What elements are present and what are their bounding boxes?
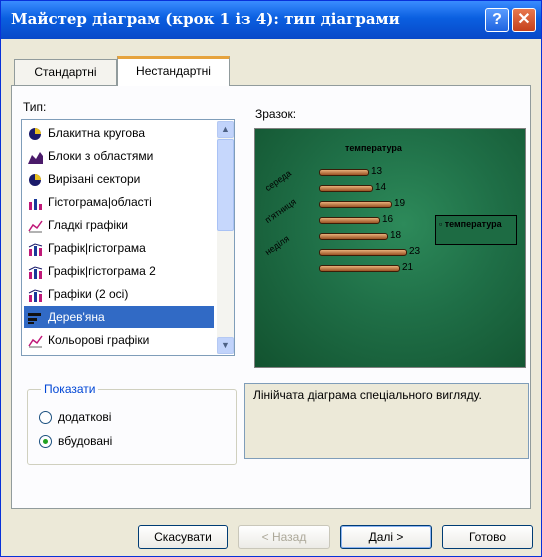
histogram-line-icon: [28, 241, 43, 256]
radio-additional[interactable]: додаткові: [39, 410, 179, 426]
category-label: середа: [263, 168, 293, 194]
chart-legend: ▫ температура: [435, 215, 517, 245]
type-label: Тип:: [23, 100, 47, 114]
line-chart-icon: [28, 333, 43, 348]
show-group-title: Показати: [41, 382, 99, 396]
help-button[interactable]: ?: [485, 8, 509, 32]
pie-chart-icon: [28, 126, 43, 140]
chart-bar: [319, 217, 380, 224]
tab-custom[interactable]: Нестандартні: [117, 56, 230, 86]
bar-data-label: 21: [402, 262, 414, 273]
chart-description: Лінійчата діаграма спеціального вигляду.: [244, 383, 529, 459]
bar-data-label: 13: [371, 166, 383, 177]
chart-title: температура: [345, 143, 402, 153]
bar-chart-icon: [28, 310, 43, 324]
radio-dot-icon: [43, 439, 48, 444]
window-title: Майстер діаграм (крок 1 із 4): тип діагр…: [11, 10, 400, 28]
list-item-label: Графік|гістограма: [48, 241, 146, 255]
category-label: п'ятниця: [263, 196, 298, 226]
list-item[interactable]: Гладкі графіки: [24, 214, 214, 236]
category-label: неділя: [263, 233, 291, 258]
chart-bar: [319, 201, 392, 208]
chart-bar: [319, 233, 388, 240]
chart-wizard-window: Майстер діаграм (крок 1 із 4): тип діагр…: [0, 0, 542, 557]
legend-entry: температура: [444, 219, 502, 229]
list-item-label: Гладкі графіки: [48, 218, 128, 232]
radio-circle-icon: [39, 411, 52, 424]
list-scrollbar[interactable]: ▲ ▼: [217, 121, 234, 354]
radio-built-in[interactable]: вбудовані: [39, 434, 179, 450]
chart-type-list[interactable]: Блакитна кругова Блоки з областями Вирізан…: [21, 119, 235, 356]
finish-button[interactable]: Готово: [442, 525, 533, 549]
list-item[interactable]: Блоки з областями: [24, 145, 214, 167]
histogram-line-icon: [28, 264, 43, 279]
tab-standard[interactable]: Стандартні: [14, 59, 117, 85]
chart-preview: температура 13 середа 14 19 п'ятниця 16 18 неді…: [254, 128, 526, 368]
radio-label: додаткові: [58, 410, 112, 424]
scroll-up-button[interactable]: ▲: [217, 121, 234, 138]
title-bar[interactable]: Майстер діаграм (крок 1 із 4): тип діагр…: [1, 1, 541, 39]
bar-data-label: 14: [375, 182, 387, 193]
close-button[interactable]: ✕: [512, 8, 536, 32]
pie-chart-icon: [28, 172, 43, 186]
cancel-button[interactable]: Скасувати: [138, 525, 228, 549]
scroll-down-button[interactable]: ▼: [217, 337, 234, 354]
chart-bar: [319, 265, 400, 272]
chart-bar: [319, 185, 373, 192]
list-item[interactable]: Дерев'яна: [24, 306, 214, 328]
list-item-label: Вирізані сектори: [48, 172, 141, 186]
list-item[interactable]: Графік|гістограма 2: [24, 260, 214, 282]
bar-data-label: 16: [382, 214, 394, 225]
list-item-label: Блакитна кругова: [48, 126, 145, 140]
list-item[interactable]: Вирізані сектори: [24, 168, 214, 190]
back-button[interactable]: < Назад: [238, 525, 330, 549]
list-item-label: Гістограма|області: [48, 195, 152, 209]
list-item[interactable]: Блакитна кругова: [24, 122, 214, 144]
list-item-label: Графіки (2 осі): [48, 287, 129, 301]
histogram-line-icon: [28, 287, 43, 302]
line-chart-icon: [28, 218, 43, 233]
list-item-label: Блоки з областями: [48, 149, 154, 163]
list-item[interactable]: Кольорові графіки: [24, 329, 214, 351]
scroll-thumb[interactable]: [217, 139, 234, 231]
sample-label: Зразок:: [255, 107, 297, 121]
list-item[interactable]: Графік|гістограма: [24, 237, 214, 259]
list-item-label: Кольорові графіки: [48, 333, 150, 347]
next-button[interactable]: Далі >: [340, 525, 432, 549]
list-item[interactable]: Графіки (2 осі): [24, 283, 214, 305]
radio-label: вбудовані: [58, 434, 113, 448]
list-item-label: Графік|гістограма 2: [48, 264, 156, 278]
radio-circle-icon: [39, 435, 52, 448]
bar-data-label: 19: [394, 198, 406, 209]
show-group: [27, 389, 237, 465]
chart-bar: [319, 169, 369, 176]
bar-data-label: 23: [409, 246, 421, 257]
chart-bar: [319, 249, 407, 256]
bar-data-label: 18: [390, 230, 402, 241]
list-item-label: Дерев'яна: [48, 310, 105, 324]
list-item[interactable]: Гістограма|області: [24, 191, 214, 213]
histogram-area-icon: [28, 195, 43, 210]
area-blocks-icon: [28, 149, 43, 164]
